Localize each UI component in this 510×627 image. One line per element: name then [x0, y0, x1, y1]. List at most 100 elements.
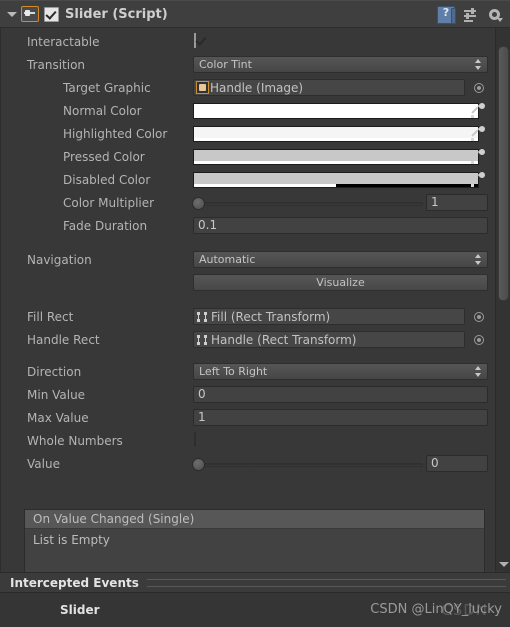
handle-rect-value: Handle (Rect Transform) — [211, 332, 357, 347]
scrollbar-thumb[interactable] — [498, 46, 509, 301]
value-slider-track[interactable] — [195, 463, 423, 467]
inspector-body: Interactable Transition Color Tint Targe… — [0, 28, 510, 572]
label-fade-duration: Fade Duration — [63, 219, 148, 233]
label-max-value: Max Value — [27, 411, 89, 425]
event-list-empty-text: List is Empty — [33, 533, 110, 547]
component-enabled-checkbox[interactable] — [44, 6, 59, 22]
transition-dropdown-arrow-holder — [193, 56, 488, 73]
row-direction: Direction Left To Right — [1, 362, 510, 385]
on-value-changed-panel: On Value Changed (Single) List is Empty — [24, 509, 485, 572]
fill-rect-value: Fill (Rect Transform) — [211, 309, 331, 324]
intercepted-events-list: Slider CSDN CSDN @LinQY_lucky — [0, 592, 510, 627]
help-book-icon[interactable] — [437, 6, 456, 24]
event-list-header[interactable]: On Value Changed (Single) — [25, 510, 484, 529]
highlighted-color-swatch[interactable] — [193, 126, 479, 142]
page-title: Slider (Script) — [65, 6, 168, 22]
gear-icon[interactable] — [488, 8, 503, 23]
pressed-color-alpha-bar — [194, 161, 478, 164]
row-fill-rect: Fill Rect Fill (Rect Transform) — [1, 307, 510, 330]
max-value-input[interactable]: 1 — [193, 409, 488, 426]
fill-rect-object-field[interactable]: Fill (Rect Transform) — [193, 308, 465, 325]
label-interactable: Interactable — [27, 35, 100, 49]
chevron-updown-icon — [475, 254, 482, 265]
target-graphic-picker-icon[interactable] — [474, 83, 484, 93]
divider — [146, 578, 506, 587]
row-max-value: Max Value 1 — [1, 408, 510, 431]
inspector-scrollbar[interactable] — [495, 28, 510, 572]
whole-numbers-checkbox-cell — [194, 432, 196, 447]
pressed-color-swatch[interactable] — [193, 149, 479, 165]
label-disabled-color: Disabled Color — [63, 173, 151, 187]
row-min-value: Min Value 0 — [1, 385, 510, 408]
row-visualize: Visualize — [1, 273, 510, 296]
whole-numbers-checkbox[interactable] — [194, 432, 196, 447]
label-fill-rect: Fill Rect — [27, 310, 74, 324]
pressed-color-eyedropper-icon[interactable] — [471, 147, 487, 165]
value-number-input[interactable]: 0 — [426, 455, 488, 472]
label-normal-color: Normal Color — [63, 104, 142, 118]
unity-inspector-slider-component: Slider (Script) Interactable Transition … — [0, 0, 510, 627]
label-direction: Direction — [27, 365, 82, 379]
target-graphic-object-field[interactable]: Handle (Image) — [193, 79, 465, 96]
label-handle-rect: Handle Rect — [27, 333, 100, 347]
intercepted-event-entry: Slider — [60, 603, 100, 617]
disabled-color-swatch[interactable] — [193, 172, 479, 188]
row-pressed-color: Pressed Color — [1, 147, 510, 170]
watermark-text: CSDN @LinQY_lucky — [370, 602, 502, 617]
row-interactable: Interactable — [1, 32, 510, 55]
fill-rect-picker-icon[interactable] — [474, 312, 484, 322]
intercepted-events-bar: Intercepted Events — [0, 572, 510, 592]
rect-transform-icon — [196, 310, 210, 324]
intercepted-events-title: Intercepted Events — [10, 575, 139, 590]
chevron-updown-icon — [475, 366, 482, 377]
normal-color-alpha-bar — [194, 115, 478, 118]
visualize-button[interactable]: Visualize — [193, 274, 488, 291]
value-slider-knob[interactable] — [192, 458, 205, 471]
color-multiplier-slider-track[interactable] — [195, 202, 423, 206]
disabled-color-eyedropper-icon[interactable] — [471, 170, 487, 188]
row-handle-rect: Handle Rect Handle (Rect Transform) — [1, 330, 510, 353]
row-normal-color: Normal Color — [1, 101, 510, 124]
label-whole-numbers: Whole Numbers — [27, 434, 123, 448]
navigation-dropdown-arrow-holder — [193, 251, 488, 268]
row-fade-duration: Fade Duration 0.1 — [1, 216, 510, 239]
color-multiplier-slider-knob[interactable] — [192, 197, 205, 210]
chevron-updown-icon — [475, 59, 482, 70]
label-navigation: Navigation — [27, 253, 92, 267]
interactable-checkbox[interactable] — [194, 33, 196, 48]
scroll-down-arrow-icon[interactable] — [496, 556, 510, 572]
preset-icon[interactable] — [464, 8, 479, 22]
component-header[interactable]: Slider (Script) — [0, 0, 510, 28]
label-pressed-color: Pressed Color — [63, 150, 145, 164]
fade-duration-input[interactable]: 0.1 — [193, 217, 488, 234]
row-disabled-color: Disabled Color — [1, 170, 510, 193]
direction-dropdown-arrow-holder — [193, 363, 488, 380]
interactable-checkbox-cell — [194, 33, 196, 48]
target-graphic-value: Handle (Image) — [210, 80, 304, 95]
script-icon — [21, 6, 39, 22]
label-target-graphic: Target Graphic — [63, 81, 151, 95]
row-target-graphic: Target Graphic Handle (Image) — [1, 78, 510, 101]
highlighted-color-alpha-bar — [194, 138, 478, 141]
handle-rect-object-field[interactable]: Handle (Rect Transform) — [193, 331, 465, 348]
handle-rect-picker-icon[interactable] — [474, 335, 484, 345]
rect-transform-icon — [196, 333, 210, 347]
row-transition: Transition Color Tint — [1, 55, 510, 78]
normal-color-eyedropper-icon[interactable] — [471, 101, 487, 119]
highlighted-color-eyedropper-icon[interactable] — [471, 124, 487, 142]
row-highlighted-color: Highlighted Color — [1, 124, 510, 147]
normal-color-swatch[interactable] — [193, 103, 479, 119]
row-navigation: Navigation Automatic — [1, 250, 510, 273]
triangle-down-icon[interactable] — [6, 8, 18, 20]
color-multiplier-value-input[interactable]: 1 — [426, 194, 488, 211]
label-color-multiplier: Color Multiplier — [63, 196, 155, 210]
row-value: Value 0 — [1, 454, 510, 477]
label-value: Value — [27, 457, 60, 471]
min-value-input[interactable]: 0 — [193, 386, 488, 403]
label-highlighted-color: Highlighted Color — [63, 127, 168, 141]
row-color-multiplier: Color Multiplier 1 — [1, 193, 510, 216]
disabled-color-alpha-bar — [194, 184, 478, 187]
